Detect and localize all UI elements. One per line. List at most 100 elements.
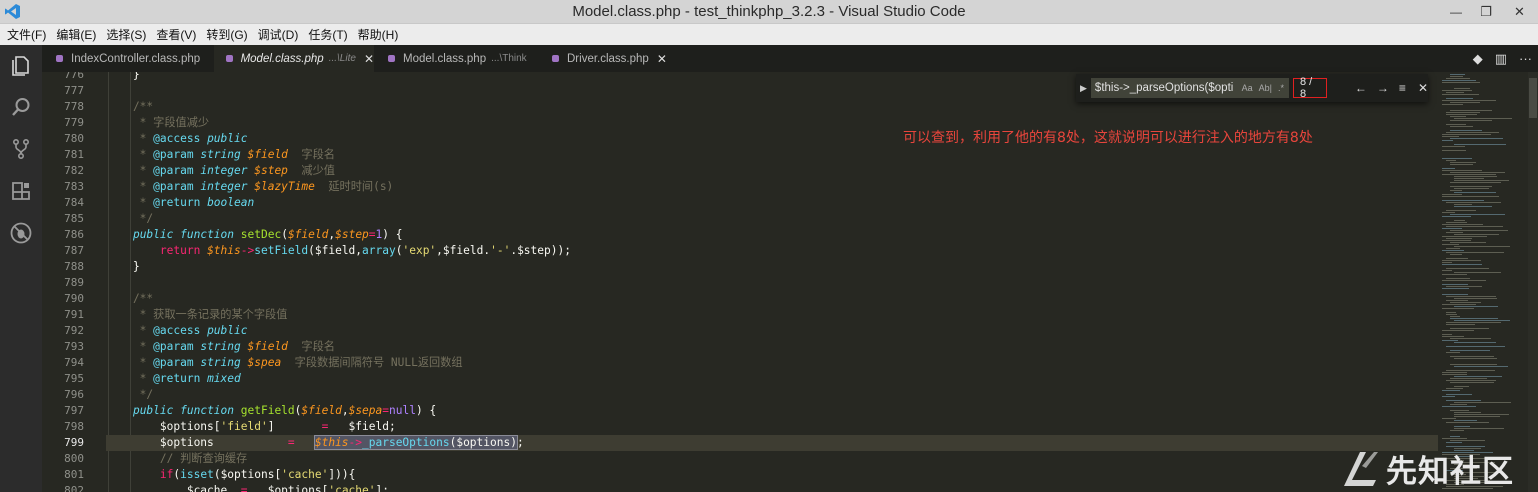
tab-driver[interactable]: Driver.class.php ✕	[540, 45, 674, 72]
minimap-line	[1446, 258, 1468, 259]
menu-edit[interactable]: 编辑(E)	[51, 26, 101, 43]
tab-model-think[interactable]: Model.class.php ...\Think	[376, 45, 538, 72]
minimize-button[interactable]: —	[1441, 0, 1471, 24]
minimap-line	[1442, 260, 1481, 261]
code-line: */	[106, 212, 154, 225]
minimap-line	[1454, 272, 1501, 273]
extensions-button[interactable]	[0, 170, 42, 212]
menu-tasks[interactable]: 任务(T)	[303, 26, 352, 43]
minimap-line	[1442, 330, 1474, 331]
menu-help[interactable]: 帮助(H)	[353, 26, 404, 43]
find-input[interactable]: $this->_parseOptions($opti Aa Ab| .*	[1090, 78, 1289, 98]
minimap-line	[1450, 242, 1486, 243]
close-window-button[interactable]: ✕	[1501, 0, 1538, 24]
minimap-line	[1454, 188, 1489, 189]
code-line: }	[106, 260, 140, 273]
restore-icon: ❐	[1480, 4, 1492, 19]
minimap-line	[1454, 402, 1511, 403]
code-line: return $this->setField($field,array('exp…	[159, 244, 571, 257]
minimap-line	[1442, 264, 1482, 265]
split-editor-icon[interactable]: ▥	[1495, 51, 1507, 67]
menu-view[interactable]: 查看(V)	[151, 26, 201, 43]
minimap-line	[1442, 240, 1471, 241]
match-word-toggle[interactable]: Ab|	[1259, 83, 1272, 93]
code-line: * @param integer $step 减少值	[106, 164, 335, 177]
minimap-line	[1450, 172, 1505, 173]
minimap-line	[1442, 284, 1468, 285]
minimap-line	[1450, 338, 1491, 339]
more-actions-icon[interactable]: ···	[1519, 51, 1532, 66]
line-number: 790	[64, 292, 84, 305]
tab-model-lite[interactable]: Model.class.php ...\Lite ✕	[214, 45, 374, 72]
minimap-line	[1450, 302, 1481, 303]
explorer-button[interactable]	[0, 45, 42, 87]
annotation-text: 可以查到，利用了他的有8处，这就说明可以进行注入的地方有8处	[903, 130, 1313, 146]
line-number: 776	[64, 72, 84, 81]
minimap-line	[1450, 378, 1487, 379]
code-line: * @return mixed	[106, 372, 241, 385]
menu-file[interactable]: 文件(F)	[2, 26, 51, 43]
code-line: $cache = $options['cache'];	[186, 484, 389, 492]
minimap-line	[1450, 110, 1492, 111]
minimap-line	[1442, 170, 1482, 171]
menu-bar: 文件(F) 编辑(E) 选择(S) 查看(V) 转到(G) 调试(D) 任务(T…	[0, 24, 1538, 45]
menu-selection[interactable]: 选择(S)	[101, 26, 151, 43]
menu-goto[interactable]: 转到(G)	[201, 26, 252, 43]
match-case-toggle[interactable]: Aa	[1242, 83, 1253, 93]
minimap-line	[1442, 294, 1468, 295]
line-number: 783	[64, 180, 84, 193]
restore-button[interactable]: ❐	[1471, 0, 1501, 24]
next-match-icon[interactable]: →	[1377, 81, 1389, 95]
line-number: 785	[64, 212, 84, 225]
php-file-icon	[226, 55, 233, 62]
open-changes-icon[interactable]: ◆	[1473, 51, 1483, 67]
find-in-selection-icon[interactable]: ≡	[1399, 81, 1406, 95]
vertical-scrollbar[interactable]	[1528, 72, 1538, 492]
minimap-line	[1442, 194, 1462, 195]
minimap-line	[1450, 126, 1473, 127]
line-number: 787	[64, 244, 84, 257]
minimap-line	[1446, 238, 1472, 239]
minimap-line	[1446, 98, 1473, 99]
source-control-button[interactable]	[0, 128, 42, 170]
minimap-line	[1442, 100, 1496, 101]
minimap-line	[1450, 214, 1505, 215]
minimap-line	[1442, 274, 1467, 275]
minimap-line	[1442, 396, 1455, 397]
xianzhi-logo-icon	[1344, 452, 1378, 486]
minimap-line	[1446, 442, 1462, 443]
minimap-line	[1450, 316, 1460, 317]
files-icon	[12, 56, 29, 76]
toggle-replace-icon[interactable]: ▶	[1076, 83, 1091, 94]
watermark-text: 先知社区	[1386, 453, 1514, 490]
minimap-line	[1450, 116, 1466, 117]
close-find-icon[interactable]: ✕	[1418, 81, 1428, 95]
tab-indexcontroller[interactable]: IndexController.class.php	[46, 45, 212, 72]
code-line-current: $options = $this->_parseOptions($options…	[106, 435, 1438, 451]
php-file-icon	[388, 55, 395, 62]
code-line: public function getField($field,$sepa=nu…	[132, 404, 437, 417]
minimap-line	[1454, 414, 1509, 415]
minimap-line	[1442, 336, 1464, 337]
find-query-text: $this->_parseOptions($opti	[1094, 82, 1234, 94]
close-tab-icon[interactable]: ✕	[657, 52, 667, 66]
close-icon: ✕	[1514, 4, 1525, 19]
debug-button[interactable]	[0, 212, 42, 254]
close-tab-icon[interactable]: ✕	[364, 52, 374, 66]
minimap-line	[1442, 82, 1480, 83]
minimap-line	[1450, 364, 1497, 365]
minimap-line	[1446, 296, 1496, 297]
minimap[interactable]	[1438, 72, 1528, 492]
menu-debug[interactable]: 调试(D)	[253, 26, 304, 43]
previous-match-icon[interactable]: ←	[1355, 81, 1367, 95]
minimap-line	[1446, 232, 1463, 233]
scrollbar-thumb[interactable]	[1529, 78, 1537, 118]
regex-toggle[interactable]: .*	[1278, 83, 1284, 93]
search-view-button[interactable]	[0, 86, 42, 128]
code-line: * @param integer $lazyTime 延时时间(s)	[106, 180, 394, 193]
minimap-line	[1450, 430, 1464, 431]
source-control-icon	[12, 138, 30, 160]
minimap-line	[1454, 204, 1472, 205]
minimap-line	[1450, 102, 1480, 103]
minimap-line	[1442, 406, 1476, 407]
